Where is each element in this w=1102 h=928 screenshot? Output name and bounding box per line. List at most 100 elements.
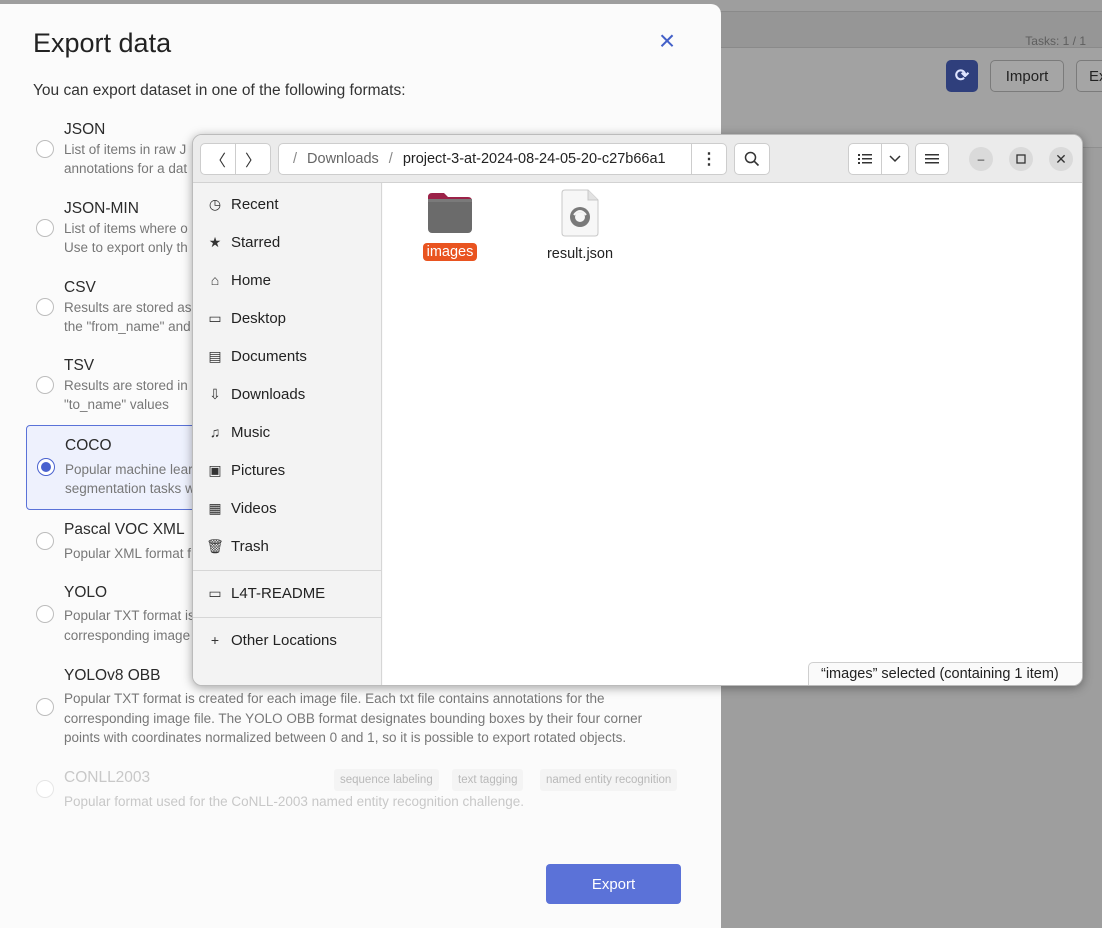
radio-json-min[interactable] xyxy=(36,219,54,237)
forward-button[interactable]: 〉 xyxy=(235,143,271,175)
sidebar-item-desktop[interactable]: ▭ Desktop xyxy=(193,300,382,336)
path-root-separator: / xyxy=(293,151,298,167)
sidebar-item-label: Downloads xyxy=(231,385,306,403)
format-name: YOLO xyxy=(64,584,108,601)
minimize-icon: ‒ xyxy=(977,152,985,166)
home-icon: ⌂ xyxy=(210,272,220,288)
music-icon: ♫ xyxy=(209,424,221,440)
format-name: YOLOv8 OBB xyxy=(64,667,161,684)
format-desc: Popular format used for the CoNLL-2003 n… xyxy=(64,794,525,809)
trash-icon: 🗑︎ xyxy=(206,537,224,554)
file-view: images result.json xyxy=(383,183,1082,685)
sidebar-item-label: Music xyxy=(231,423,271,441)
places-sidebar: ◷ Recent ★ Starred ⌂ Home ▭ Desktop ▤ Documen… xyxy=(193,183,382,685)
radio-json[interactable] xyxy=(36,140,54,158)
main-menu-button[interactable] xyxy=(915,143,949,175)
file-name: result.json xyxy=(546,246,614,262)
sidebar-item-downloads[interactable]: ⇩ Downloads xyxy=(193,376,382,412)
radio-yolo[interactable] xyxy=(36,605,54,623)
radio-conll2003 xyxy=(36,780,54,798)
format-desc: points with coordinates normalized betwe… xyxy=(64,730,627,745)
sidebar-item-home[interactable]: ⌂ Home xyxy=(193,262,382,298)
format-desc: Popular TXT format is created for each i… xyxy=(64,691,605,706)
search-button[interactable] xyxy=(734,143,770,175)
sidebar-item-videos[interactable]: ▦ Videos xyxy=(193,490,382,526)
format-name: CSV xyxy=(64,279,96,296)
view-options-dropdown[interactable] xyxy=(881,143,909,175)
window-close-button[interactable]: ✕ xyxy=(1049,147,1073,171)
list-view-button[interactable] xyxy=(848,143,882,175)
path-bar[interactable]: / Downloads / project-3-at-2024-08-24-05… xyxy=(278,143,692,175)
format-desc: corresponding image file. The YOLO OBB f… xyxy=(64,711,643,726)
sidebar-item-label: Home xyxy=(231,271,272,289)
minimize-button[interactable]: ‒ xyxy=(969,147,993,171)
video-icon: ▦ xyxy=(208,499,222,516)
export-button[interactable]: Export xyxy=(546,864,681,904)
format-name: TSV xyxy=(64,357,95,374)
picture-icon: ▣ xyxy=(208,461,222,478)
back-button[interactable]: 〈 xyxy=(200,143,236,175)
desktop-icon: ▭ xyxy=(208,309,222,326)
sidebar-item-label: Documents xyxy=(231,347,307,365)
path-separator: / xyxy=(388,151,393,167)
chevron-left-icon: 〈 xyxy=(209,153,226,170)
selection-status: “images” selected (containing 1 item) xyxy=(808,662,1082,685)
sidebar-item-recent[interactable]: ◷ Recent xyxy=(193,186,382,222)
sidebar-item-label: Trash xyxy=(231,537,269,555)
sidebar-item-l4t-readme[interactable]: ▭ L4T-README xyxy=(193,575,382,611)
chevron-down-icon xyxy=(889,155,901,163)
radio-pascal-voc[interactable] xyxy=(36,532,54,550)
sidebar-item-trash[interactable]: 🗑︎ Trash xyxy=(193,528,382,564)
close-icon[interactable]: × xyxy=(656,27,678,55)
star-icon: ★ xyxy=(208,233,222,250)
tasks-counter: Tasks: 1 / 1 xyxy=(1025,34,1086,48)
tag: named entity recognition xyxy=(540,769,678,791)
sidebar-item-starred[interactable]: ★ Starred xyxy=(193,224,382,260)
sidebar-item-music[interactable]: ♫ Music xyxy=(193,414,382,450)
chevron-right-icon: 〉 xyxy=(244,153,261,170)
file-item-result-json[interactable]: result.json xyxy=(530,189,630,263)
download-icon: ⇩ xyxy=(209,385,221,402)
sidebar-item-label: Pictures xyxy=(231,461,286,479)
modal-subtitle: You can export dataset in one of the fol… xyxy=(33,82,406,99)
sidebar-item-pictures[interactable]: ▣ Pictures xyxy=(193,452,382,488)
format-name: Pascal VOC XML xyxy=(64,521,185,538)
sidebar-divider xyxy=(193,617,382,618)
kebab-icon: ⋮ xyxy=(701,151,717,168)
sidebar-item-label: Recent xyxy=(231,195,279,213)
refresh-icon[interactable]: ⟳ xyxy=(946,60,978,92)
sidebar-item-label: Other Locations xyxy=(231,631,337,649)
json-file-icon xyxy=(561,189,599,237)
file-chooser-dialog: 〈 〉 / Downloads / project-3-at-2024-08-2… xyxy=(192,134,1083,686)
close-icon: ✕ xyxy=(1055,150,1067,167)
sidebar-item-other-locations[interactable]: + Other Locations xyxy=(193,622,382,658)
folder-icon xyxy=(428,193,472,233)
export-button-bg[interactable]: Ex xyxy=(1076,60,1102,92)
format-name: COCO xyxy=(65,437,112,454)
sidebar-item-label: Desktop xyxy=(231,309,287,327)
file-chooser-header: 〈 〉 / Downloads / project-3-at-2024-08-2… xyxy=(193,135,1082,183)
format-name: CONLL2003 xyxy=(64,769,151,786)
path-menu-button[interactable]: ⋮ xyxy=(691,143,727,175)
radio-csv[interactable] xyxy=(36,298,54,316)
drive-icon: ▭ xyxy=(208,584,222,601)
file-item-images[interactable]: images xyxy=(400,191,500,261)
clock-icon: ◷ xyxy=(208,195,222,212)
path-segment-downloads[interactable]: Downloads xyxy=(307,151,379,167)
format-name: JSON-MIN xyxy=(64,200,139,217)
radio-coco[interactable] xyxy=(37,458,55,476)
sidebar-item-documents[interactable]: ▤ Documents xyxy=(193,338,382,374)
list-view-icon xyxy=(858,154,872,164)
radio-tsv[interactable] xyxy=(36,376,54,394)
file-name: images xyxy=(422,243,478,261)
path-segment-current[interactable]: project-3-at-2024-08-24-05-20-c27b66a1 xyxy=(403,151,666,167)
maximize-button[interactable] xyxy=(1009,147,1033,171)
sidebar-divider xyxy=(193,570,382,571)
plus-icon: + xyxy=(210,632,220,648)
import-button[interactable]: Import xyxy=(990,60,1064,92)
modal-title: Export data xyxy=(33,28,172,58)
sidebar-item-label: Videos xyxy=(231,499,277,517)
sidebar-item-label: L4T-README xyxy=(231,584,326,602)
radio-yolov8-obb[interactable] xyxy=(36,698,54,716)
search-icon xyxy=(744,151,760,167)
